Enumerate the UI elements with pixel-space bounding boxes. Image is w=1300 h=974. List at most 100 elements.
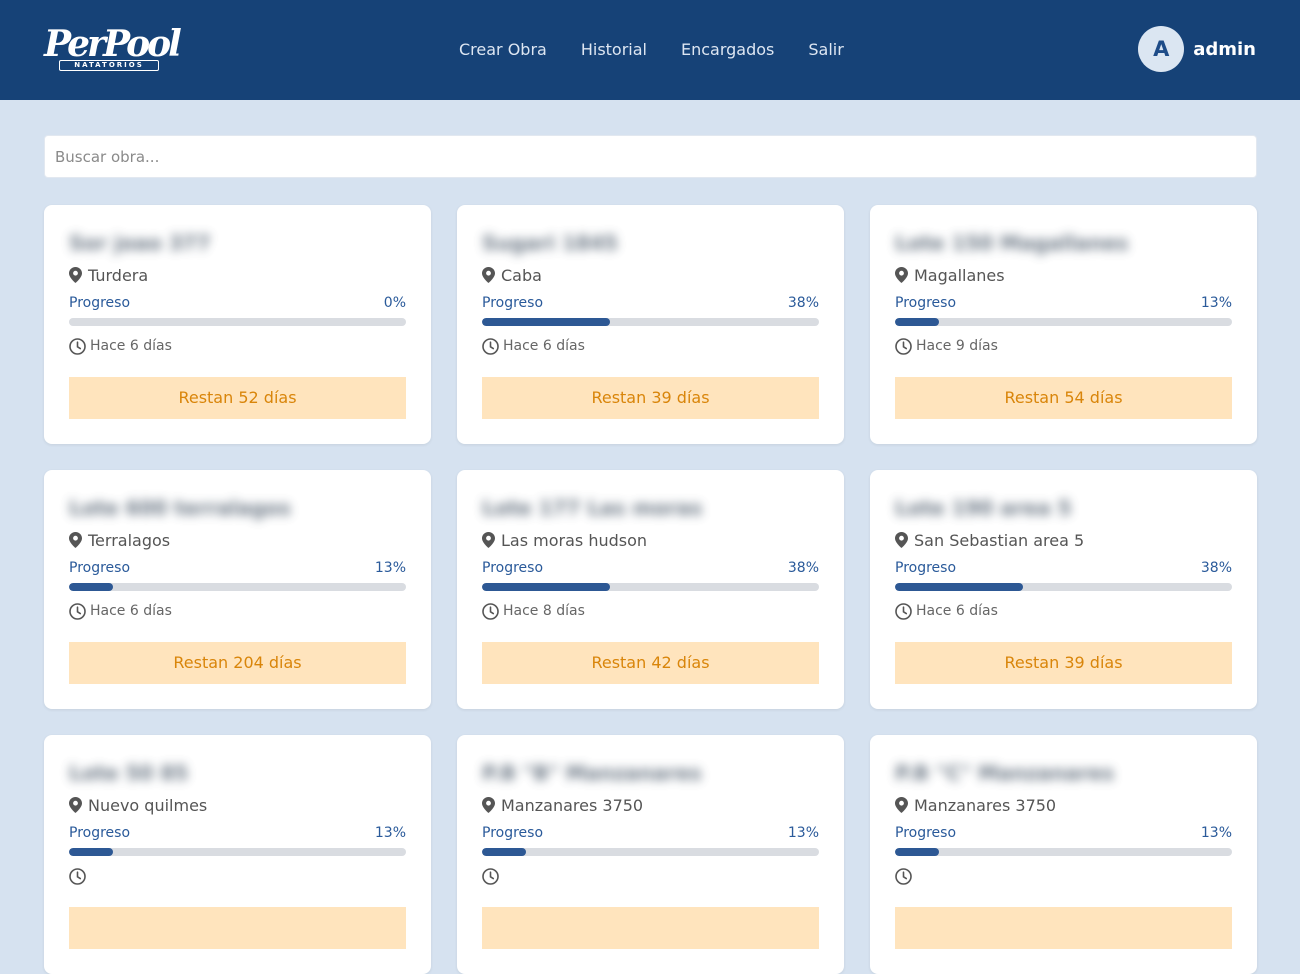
progress-percent: 13%	[1200, 825, 1232, 841]
progress-label: Progreso	[69, 825, 131, 841]
progress-percent: 13%	[374, 560, 406, 576]
progress-percent: 38%	[787, 560, 819, 576]
progress-row: Progreso 38%	[482, 295, 819, 313]
time-text: Hace 8 días	[503, 603, 585, 619]
remaining-days-badge: Restan 54 días	[895, 377, 1232, 419]
progress-bar	[69, 583, 406, 591]
user-menu[interactable]: A admin	[1138, 26, 1256, 72]
obra-title: Lote 150 Magallanes	[895, 231, 1129, 255]
map-pin-icon	[895, 797, 908, 813]
remaining-days-badge: Restan 204 días	[69, 642, 406, 684]
obra-card-5[interactable]: Lote 177 Las moras Las moras hudson Prog…	[457, 470, 844, 709]
location-text: San Sebastian area 5	[914, 530, 1085, 550]
map-pin-icon	[69, 797, 82, 813]
progress-row: Progreso 13%	[895, 825, 1232, 843]
progress-row: Progreso 13%	[69, 825, 406, 843]
time-row: Hace 8 días	[482, 601, 819, 621]
location-text: Las moras hudson	[501, 530, 648, 550]
progress-bar-fill	[482, 583, 611, 591]
location-row: Las moras hudson	[482, 528, 819, 552]
nav-historial[interactable]: Historial	[581, 38, 647, 62]
time-row: Hace 6 días	[69, 601, 406, 621]
location-row: San Sebastian area 5	[895, 528, 1232, 552]
clock-icon	[895, 602, 912, 620]
obra-title: Sor joao 377	[69, 231, 211, 255]
location-text: Manzanares 3750	[501, 795, 644, 815]
location-row: Caba	[482, 263, 819, 287]
progress-label: Progreso	[895, 825, 957, 841]
progress-bar	[482, 848, 819, 856]
remaining-days-badge: Restan 52 días	[69, 377, 406, 419]
obras-grid: Sor joao 377 Turdera Progreso 0% Hace 6 …	[44, 205, 1257, 974]
clock-icon	[69, 602, 86, 620]
clock-icon	[482, 337, 499, 355]
remaining-days-badge: Restan 39 días	[895, 642, 1232, 684]
progress-bar	[895, 848, 1232, 856]
obra-title: Sugari 1845	[482, 231, 618, 255]
map-pin-icon	[482, 797, 495, 813]
obra-title: Lote 600 terralagos	[69, 496, 291, 520]
map-pin-icon	[482, 532, 495, 548]
perpool-logo[interactable]: PerPool NATATORIOS	[44, 24, 182, 74]
time-row: Hace 9 días	[895, 336, 1232, 356]
progress-percent: 13%	[1200, 295, 1232, 311]
progress-bar-fill	[895, 583, 1024, 591]
obra-card-2[interactable]: Sugari 1845 Caba Progreso 38% Hace 6 día…	[457, 205, 844, 444]
progress-row: Progreso 13%	[895, 295, 1232, 313]
progress-label: Progreso	[69, 560, 131, 576]
progress-bar	[482, 318, 819, 326]
obra-title: Lote 190 area 5	[895, 496, 1072, 520]
map-pin-icon	[895, 267, 908, 283]
time-text: Hace 6 días	[90, 338, 172, 354]
remaining-days-badge: Restan 39 días	[482, 377, 819, 419]
obra-title: Lote 50 85	[69, 761, 189, 785]
progress-row: Progreso 13%	[482, 825, 819, 843]
time-text: Hace 6 días	[916, 603, 998, 619]
obra-card-7[interactable]: Lote 50 85 Nuevo quilmes Progreso 13%	[44, 735, 431, 974]
progress-percent: 13%	[374, 825, 406, 841]
map-pin-icon	[69, 267, 82, 283]
progress-bar-fill	[482, 848, 526, 856]
obra-card-8[interactable]: P.B "B" Manzanares Manzanares 3750 Progr…	[457, 735, 844, 974]
location-row: Magallanes	[895, 263, 1232, 287]
time-row: Hace 6 días	[69, 336, 406, 356]
remaining-days-badge	[69, 907, 406, 949]
location-row: Manzanares 3750	[895, 793, 1232, 817]
progress-bar-fill	[69, 848, 113, 856]
map-pin-icon	[69, 532, 82, 548]
obra-card-6[interactable]: Lote 190 area 5 San Sebastian area 5 Pro…	[870, 470, 1257, 709]
nav-encargados[interactable]: Encargados	[681, 38, 774, 62]
top-navbar: PerPool NATATORIOS Crear Obra Historial …	[0, 0, 1300, 100]
nav-crear-obra[interactable]: Crear Obra	[459, 38, 547, 62]
progress-percent: 0%	[383, 295, 406, 311]
clock-icon	[482, 867, 499, 885]
clock-icon	[69, 867, 86, 885]
location-row: Turdera	[69, 263, 406, 287]
clock-icon	[482, 602, 499, 620]
remaining-days-badge: Restan 42 días	[482, 642, 819, 684]
time-row	[69, 866, 406, 886]
time-text: Hace 9 días	[916, 338, 998, 354]
time-row	[482, 866, 819, 886]
map-pin-icon	[895, 532, 908, 548]
avatar[interactable]: A	[1138, 26, 1185, 72]
obra-title: P.B "B" Manzanares	[482, 761, 702, 785]
search-input[interactable]	[44, 135, 1257, 178]
nav-salir[interactable]: Salir	[808, 38, 843, 62]
location-text: Terralagos	[88, 530, 171, 550]
progress-percent: 38%	[1200, 560, 1232, 576]
progress-label: Progreso	[482, 295, 544, 311]
remaining-days-badge	[895, 907, 1232, 949]
location-text: Manzanares 3750	[914, 795, 1057, 815]
progress-row: Progreso 0%	[69, 295, 406, 313]
progress-label: Progreso	[895, 560, 957, 576]
time-row: Hace 6 días	[895, 601, 1232, 621]
progress-bar	[895, 318, 1232, 326]
progress-bar	[482, 583, 819, 591]
obra-card-1[interactable]: Sor joao 377 Turdera Progreso 0% Hace 6 …	[44, 205, 431, 444]
obra-card-4[interactable]: Lote 600 terralagos Terralagos Progreso …	[44, 470, 431, 709]
time-row	[895, 866, 1232, 886]
obra-card-3[interactable]: Lote 150 Magallanes Magallanes Progreso …	[870, 205, 1257, 444]
progress-bar-fill	[895, 848, 939, 856]
obra-card-9[interactable]: P.B "C" Manzanares Manzanares 3750 Progr…	[870, 735, 1257, 974]
